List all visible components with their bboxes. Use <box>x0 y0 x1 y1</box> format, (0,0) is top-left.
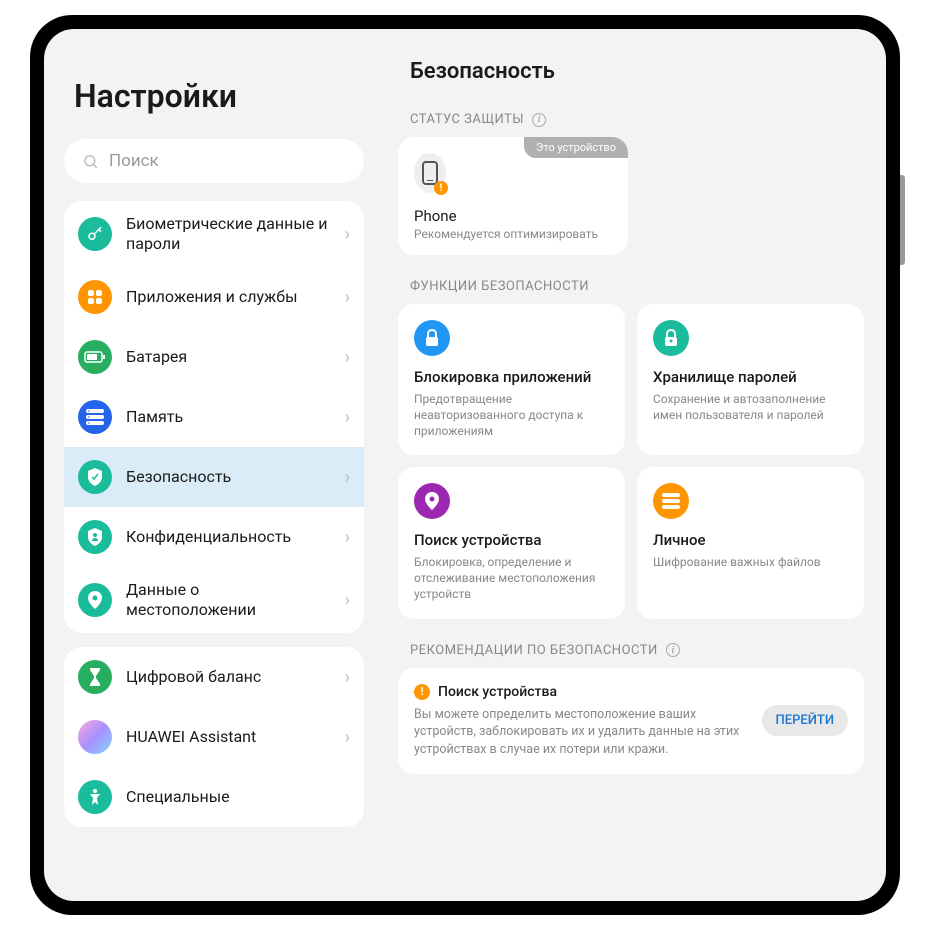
screen: Настройки Поиск Биометрические данные и … <box>44 29 886 901</box>
sidebar-group-2: Цифровой баланс › HUAWEI Assistant › Спе… <box>64 647 364 827</box>
sidebar-item-label: Память <box>126 407 331 427</box>
section-label: СТАТУС ЗАЩИТЫ <box>410 112 524 127</box>
sidebar-item-label: Безопасность <box>126 467 331 487</box>
warning-icon: ! <box>414 684 430 700</box>
apps-icon <box>78 280 112 314</box>
feature-grid: Блокировка приложений Предотвращение неа… <box>398 304 864 619</box>
feature-title: Поиск устройства <box>414 531 609 550</box>
sidebar-group-1: Биометрические данные и пароли › Приложе… <box>64 201 364 633</box>
sidebar-item-digital-balance[interactable]: Цифровой баланс › <box>64 647 364 707</box>
feature-personal[interactable]: Личное Шифрование важных файлов <box>637 467 864 618</box>
search-icon <box>82 153 99 170</box>
recommendation-header: ! Поиск устройства <box>414 684 750 700</box>
sidebar-item-label: Специальные <box>126 787 350 807</box>
sidebar-title: Настройки <box>74 77 364 115</box>
battery-icon <box>78 340 112 374</box>
recommendation-content: ! Поиск устройства Вы можете определить … <box>414 684 750 759</box>
feature-title: Блокировка приложений <box>414 368 609 387</box>
device-badge: Это устройство <box>524 137 628 158</box>
feature-password-vault[interactable]: Хранилище паролей Сохранение и автозапол… <box>637 304 864 455</box>
chevron-right-icon: › <box>345 527 350 548</box>
sidebar-item-label: Биометрические данные и пароли <box>126 214 331 254</box>
sidebar-item-label: Цифровой баланс <box>126 667 331 687</box>
shield-icon <box>78 460 112 494</box>
info-icon[interactable]: i <box>532 113 546 127</box>
sidebar-item-location[interactable]: Данные о местоположении › <box>64 567 364 633</box>
feature-desc: Блокировка, определение и отслеживание м… <box>414 554 609 603</box>
chevron-right-icon: › <box>345 467 350 488</box>
feature-desc: Предотвращение неавторизованного доступа… <box>414 391 609 440</box>
chevron-right-icon: › <box>345 667 350 688</box>
protection-status-header: СТАТУС ЗАЩИТЫ i <box>410 112 864 127</box>
recommendation-desc: Вы можете определить местоположение ваши… <box>414 706 750 759</box>
go-button[interactable]: ПЕРЕЙТИ <box>762 705 849 736</box>
pin-icon <box>414 483 450 519</box>
search-placeholder: Поиск <box>109 151 159 171</box>
sidebar-item-label: Батарея <box>126 347 331 367</box>
info-icon[interactable]: i <box>666 643 680 657</box>
tablet-frame: Настройки Поиск Биометрические данные и … <box>30 15 900 915</box>
phone-icon: ! <box>414 153 446 193</box>
chevron-right-icon: › <box>345 590 350 611</box>
section-label: ФУНКЦИИ БЕЗОПАСНОСТИ <box>410 279 589 294</box>
feature-desc: Шифрование важных файлов <box>653 554 848 570</box>
safe-icon <box>653 483 689 519</box>
vault-icon <box>653 320 689 356</box>
feature-desc: Сохранение и автозаполнение имен пользов… <box>653 391 848 423</box>
device-card[interactable]: Это устройство ! Phone Рекомендуется опт… <box>398 137 628 255</box>
features-header: ФУНКЦИИ БЕЗОПАСНОСТИ <box>410 279 864 294</box>
privacy-icon <box>78 520 112 554</box>
sidebar: Настройки Поиск Биометрические данные и … <box>44 29 384 901</box>
feature-app-lock[interactable]: Блокировка приложений Предотвращение неа… <box>398 304 625 455</box>
assistant-icon <box>78 720 112 754</box>
chevron-right-icon: › <box>345 287 350 308</box>
accessibility-icon <box>78 780 112 814</box>
sidebar-item-storage[interactable]: Память › <box>64 387 364 447</box>
sidebar-item-assistant[interactable]: HUAWEI Assistant › <box>64 707 364 767</box>
sidebar-item-label: Приложения и службы <box>126 287 331 307</box>
sidebar-item-special[interactable]: Специальные <box>64 767 364 827</box>
storage-icon <box>78 400 112 434</box>
page-title: Безопасность <box>410 59 864 84</box>
chevron-right-icon: › <box>345 407 350 428</box>
chevron-right-icon: › <box>345 224 350 245</box>
sidebar-item-apps[interactable]: Приложения и службы › <box>64 267 364 327</box>
chevron-right-icon: › <box>345 347 350 368</box>
sidebar-item-label: Конфиденциаль­ность <box>126 527 331 547</box>
hourglass-icon <box>78 660 112 694</box>
feature-title: Личное <box>653 531 848 550</box>
recommendation-card: ! Поиск устройства Вы можете определить … <box>398 668 864 775</box>
device-status: Рекомендуется оптимизировать <box>414 227 612 241</box>
section-label: РЕКОМЕНДАЦИИ ПО БЕЗОПАСНОСТИ <box>410 643 658 658</box>
main-content: Безопасность СТАТУС ЗАЩИТЫ i Это устройс… <box>384 29 886 901</box>
device-name: Phone <box>414 207 612 225</box>
search-input[interactable]: Поиск <box>64 139 364 183</box>
sidebar-item-biometrics[interactable]: Биометрические данные и пароли › <box>64 201 364 267</box>
sidebar-item-battery[interactable]: Батарея › <box>64 327 364 387</box>
warning-icon: ! <box>434 181 448 195</box>
sidebar-item-privacy[interactable]: Конфиденциаль­ность › <box>64 507 364 567</box>
recommendations-header: РЕКОМЕНДАЦИИ ПО БЕЗОПАСНОСТИ i <box>410 643 864 658</box>
key-icon <box>78 217 112 251</box>
sidebar-item-label: Данные о местоположении <box>126 580 331 620</box>
sidebar-item-label: HUAWEI Assistant <box>126 727 331 747</box>
feature-title: Хранилище паролей <box>653 368 848 387</box>
recommendation-title: Поиск устройства <box>438 684 557 700</box>
sidebar-item-security[interactable]: Безопасность › <box>64 447 364 507</box>
location-icon <box>78 583 112 617</box>
feature-find-device[interactable]: Поиск устройства Блокировка, определение… <box>398 467 625 618</box>
chevron-right-icon: › <box>345 727 350 748</box>
lock-icon <box>414 320 450 356</box>
